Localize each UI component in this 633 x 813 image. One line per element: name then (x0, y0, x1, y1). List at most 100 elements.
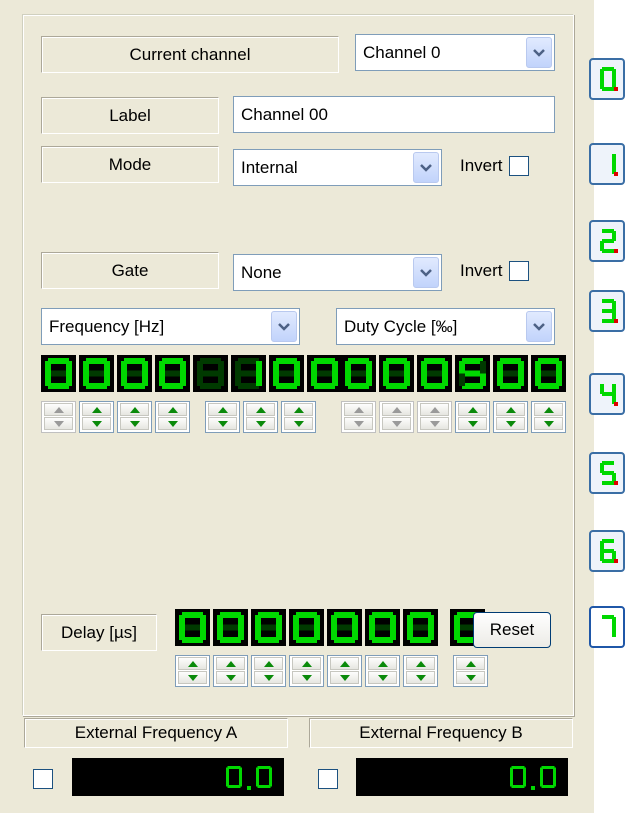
delay-display (175, 609, 488, 646)
mode-label: Mode (41, 146, 219, 183)
spin-up-icon[interactable] (120, 403, 149, 416)
digit-spinner[interactable] (455, 401, 490, 433)
spin-up-icon[interactable] (82, 403, 111, 416)
channel-settings-panel: Current channel Channel 0 Label Channel … (0, 0, 594, 813)
gate-invert[interactable]: Invert (460, 261, 529, 281)
mode-invert-checkbox[interactable] (508, 156, 529, 176)
digit-spinner[interactable] (365, 655, 400, 687)
gate-label: Gate (41, 252, 219, 289)
digit-spinner[interactable] (493, 401, 528, 433)
digit-spinner[interactable] (155, 401, 190, 433)
spin-up-icon[interactable] (420, 403, 449, 416)
digit-spinner[interactable] (417, 401, 452, 433)
spin-down-icon[interactable] (496, 417, 525, 430)
digit-spinner[interactable] (531, 401, 566, 433)
spin-up-icon[interactable] (292, 657, 321, 670)
digit-spinner[interactable] (117, 401, 152, 433)
spin-down-icon[interactable] (406, 671, 435, 684)
label-input[interactable]: Channel 00 (233, 96, 555, 133)
digit-spinner[interactable] (403, 655, 438, 687)
frequency-unit-select[interactable]: Frequency [Hz] (41, 308, 300, 345)
digit-spinner[interactable] (205, 401, 240, 433)
spin-up-icon[interactable] (44, 403, 73, 416)
spin-up-icon[interactable] (330, 657, 359, 670)
current-channel-label: Current channel (41, 36, 339, 73)
seven-segment-digit (289, 609, 324, 646)
channel-button-1[interactable] (589, 143, 625, 185)
spin-up-icon[interactable] (534, 403, 563, 416)
seven-segment-digit (175, 609, 210, 646)
chevron-down-icon[interactable] (526, 37, 552, 68)
spin-down-icon[interactable] (292, 671, 321, 684)
spin-down-icon[interactable] (456, 671, 485, 684)
chevron-down-icon[interactable] (413, 152, 439, 183)
channel-button-7[interactable] (589, 606, 625, 648)
spin-up-icon[interactable] (178, 657, 207, 670)
spin-up-icon[interactable] (158, 403, 187, 416)
spin-down-icon[interactable] (368, 671, 397, 684)
external-frequency-b-label: External Frequency B (309, 718, 573, 748)
spin-up-icon[interactable] (382, 403, 411, 416)
spin-up-icon[interactable] (246, 403, 275, 416)
digit-spinner[interactable] (341, 401, 376, 433)
digit-spinner[interactable] (175, 655, 210, 687)
digit-spinner[interactable] (251, 655, 286, 687)
spin-down-icon[interactable] (344, 417, 373, 430)
channel-button-6[interactable] (589, 530, 625, 572)
mode-select[interactable]: Internal (233, 149, 442, 186)
external-frequency-b-display (356, 758, 568, 796)
spin-down-icon[interactable] (284, 417, 313, 430)
chevron-down-icon[interactable] (271, 311, 297, 342)
spin-up-icon[interactable] (458, 403, 487, 416)
spin-down-icon[interactable] (158, 417, 187, 430)
current-channel-select[interactable]: Channel 0 (355, 34, 555, 71)
spin-up-icon[interactable] (496, 403, 525, 416)
spin-down-icon[interactable] (330, 671, 359, 684)
channel-button-5[interactable] (589, 452, 625, 494)
spin-down-icon[interactable] (458, 417, 487, 430)
spin-up-icon[interactable] (254, 657, 283, 670)
chevron-down-icon[interactable] (413, 257, 439, 288)
gate-invert-checkbox[interactable] (508, 261, 529, 281)
digit-spinner[interactable] (289, 655, 324, 687)
chevron-down-icon[interactable] (526, 311, 552, 342)
spin-down-icon[interactable] (420, 417, 449, 430)
digit-spinner[interactable] (453, 655, 488, 687)
mode-invert[interactable]: Invert (460, 156, 529, 176)
external-frequency-b-checkbox[interactable] (318, 769, 338, 789)
digit-spinner[interactable] (379, 401, 414, 433)
spin-down-icon[interactable] (82, 417, 111, 430)
spin-up-icon[interactable] (216, 657, 245, 670)
spin-up-icon[interactable] (456, 657, 485, 670)
spin-up-icon[interactable] (368, 657, 397, 670)
digit-spinner[interactable] (213, 655, 248, 687)
channel-button-3[interactable] (589, 290, 625, 332)
spin-down-icon[interactable] (534, 417, 563, 430)
reset-button[interactable]: Reset (473, 612, 551, 648)
digit-spinner[interactable] (281, 401, 316, 433)
spin-down-icon[interactable] (208, 417, 237, 430)
channel-button-2[interactable] (589, 220, 625, 262)
spin-up-icon[interactable] (344, 403, 373, 416)
spin-down-icon[interactable] (44, 417, 73, 430)
digit-spinner[interactable] (79, 401, 114, 433)
current-channel-value: Channel 0 (363, 42, 441, 62)
digit-spinner[interactable] (41, 401, 76, 433)
spin-up-icon[interactable] (208, 403, 237, 416)
spin-up-icon[interactable] (406, 657, 435, 670)
duty-cycle-unit-select[interactable]: Duty Cycle [‰] (336, 308, 555, 345)
spin-down-icon[interactable] (178, 671, 207, 684)
spin-down-icon[interactable] (382, 417, 411, 430)
external-frequency-a-checkbox[interactable] (33, 769, 53, 789)
gate-select[interactable]: None (233, 254, 442, 291)
spin-up-icon[interactable] (284, 403, 313, 416)
spin-down-icon[interactable] (246, 417, 275, 430)
seven-segment-digit (117, 355, 152, 392)
spin-down-icon[interactable] (254, 671, 283, 684)
digit-spinner[interactable] (327, 655, 362, 687)
spin-down-icon[interactable] (216, 671, 245, 684)
spin-down-icon[interactable] (120, 417, 149, 430)
channel-button-4[interactable] (589, 373, 625, 415)
channel-button-0[interactable] (589, 58, 625, 100)
digit-spinner[interactable] (243, 401, 278, 433)
